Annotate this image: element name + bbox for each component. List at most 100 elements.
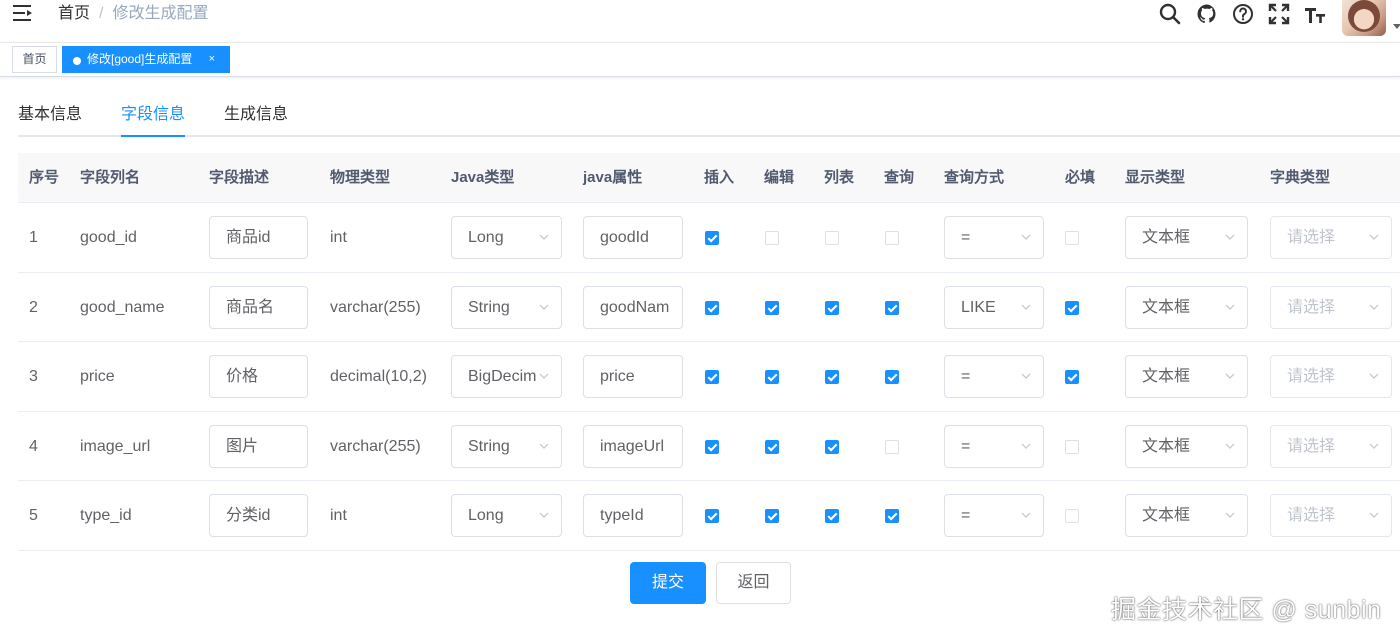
java-field-input[interactable]: goodNam [583,285,683,329]
html-type-select[interactable]: 文本框 [1125,285,1248,329]
chevron-down-icon [1225,304,1235,310]
edit-checkbox[interactable] [765,231,779,245]
java-field-input[interactable]: goodId [583,216,683,259]
java-type-select[interactable]: Long [451,494,562,538]
java-field-input[interactable]: imageUrl [583,424,683,468]
edit-checkbox[interactable] [765,509,779,524]
chevron-down-icon [1369,304,1379,310]
required-checkbox[interactable] [1065,231,1079,245]
column-desc-input[interactable]: 商品名 [209,285,308,329]
column-name: price [80,368,115,386]
search-icon[interactable] [1159,3,1181,25]
html-type-select[interactable]: 文本框 [1125,424,1248,468]
dict-type-select[interactable]: 请选择 [1270,216,1392,259]
html-type-select[interactable]: 文本框 [1125,355,1248,399]
header-cell: 序号 [29,169,60,186]
header-cell: 显示类型 [1125,169,1186,186]
column-desc-input[interactable]: 分类id [209,494,308,538]
java-field-input[interactable]: typeId [583,494,683,538]
required-checkbox[interactable] [1065,370,1079,385]
list-checkbox[interactable] [825,439,839,454]
question-icon[interactable] [1232,3,1254,25]
dict-type-select[interactable]: 请选择 [1270,355,1392,399]
dict-type-select[interactable]: 请选择 [1270,424,1392,468]
required-checkbox[interactable] [1065,509,1079,524]
breadcrumb-current: 修改生成配置 [112,5,209,22]
insert-checkbox[interactable] [705,439,719,454]
column-desc-input[interactable]: 商品id [209,216,308,259]
query-type-select[interactable]: = [944,494,1044,538]
physical-type: varchar(255) [330,437,421,455]
insert-checkbox[interactable] [705,300,719,315]
insert-checkbox[interactable] [705,509,719,524]
table-row: 5 type_id 分类id int Long typeId = 文本框 请选择 [18,481,1400,551]
html-type-select[interactable]: 文本框 [1125,494,1248,538]
physical-type: varchar(255) [330,298,421,316]
font-size-icon[interactable] [1304,3,1326,25]
java-type-select[interactable]: String [451,285,562,329]
chevron-down-icon [1225,234,1235,240]
tag-active[interactable]: 修改[good]生成配置 × [62,46,230,73]
header-cell: 查询 [884,169,915,186]
query-checkbox[interactable] [885,231,899,245]
tab-basic-info[interactable]: 基本信息 [18,104,82,126]
chevron-down-icon [1021,373,1031,380]
breadcrumb-home[interactable]: 首页 [58,5,90,22]
edit-checkbox[interactable] [765,370,779,385]
chevron-down-icon [1369,512,1379,519]
query-checkbox[interactable] [885,300,899,315]
header-cell: 查询方式 [944,169,1005,186]
dict-type-select[interactable]: 请选择 [1270,494,1392,538]
tag-home[interactable]: 首页 [12,46,57,73]
tag-active-label: 修改[good]生成配置 [87,52,193,66]
query-checkbox[interactable] [885,370,899,385]
fullscreen-icon[interactable] [1268,3,1290,25]
row-index: 2 [29,298,38,316]
header-cell: 必填 [1065,169,1096,186]
query-type-select[interactable]: = [944,216,1044,259]
java-field-input[interactable]: price [583,355,683,399]
java-type-select[interactable]: Long [451,216,562,259]
chevron-down-icon [1225,512,1235,519]
back-button[interactable]: 返回 [716,562,791,604]
html-type-select[interactable]: 文本框 [1125,216,1248,259]
header-cell: 字典类型 [1270,169,1331,186]
row-index: 1 [29,229,38,246]
java-type-select[interactable]: BigDecim [451,355,562,399]
edit-checkbox[interactable] [765,439,779,454]
close-icon[interactable]: × [209,47,215,72]
github-icon[interactable] [1196,3,1218,25]
list-checkbox[interactable] [825,300,839,315]
query-checkbox[interactable] [885,439,899,454]
query-type-select[interactable]: = [944,424,1044,468]
tab-field-info[interactable]: 字段信息 [121,104,185,126]
chevron-down-icon [1369,373,1379,380]
list-checkbox[interactable] [825,509,839,524]
list-checkbox[interactable] [825,370,839,385]
table-header: 序号 字段列名 字段描述 物理类型 Java类型 java属性 插入 编辑 列表… [18,153,1400,203]
table-row: 4 image_url 图片 varchar(255) String imageUrl = 文… [18,412,1400,482]
column-desc-input[interactable]: 图片 [209,424,308,468]
query-type-select[interactable]: LIKE [944,285,1044,329]
column-desc-input[interactable]: 价格 [209,355,308,399]
edit-checkbox[interactable] [765,300,779,315]
chevron-down-icon [1021,234,1031,240]
tab-generate-info[interactable]: 生成信息 [224,104,288,126]
chevron-down-icon [1021,443,1031,449]
query-checkbox[interactable] [885,509,899,524]
row-index: 3 [29,368,38,386]
required-checkbox[interactable] [1065,439,1079,454]
insert-checkbox[interactable] [705,370,719,385]
chevron-down-icon [1369,234,1379,240]
java-type-select[interactable]: String [451,424,562,468]
required-checkbox[interactable] [1065,300,1079,315]
column-name: image_url [80,437,151,455]
hamburger-icon[interactable] [13,4,33,22]
submit-button[interactable]: 提交 [630,562,706,604]
dict-type-select[interactable]: 请选择 [1270,285,1392,329]
caret-down-icon[interactable] [1393,24,1400,29]
list-checkbox[interactable] [825,231,839,245]
insert-checkbox[interactable] [705,231,719,245]
user-avatar[interactable] [1342,0,1386,36]
query-type-select[interactable]: = [944,355,1044,399]
